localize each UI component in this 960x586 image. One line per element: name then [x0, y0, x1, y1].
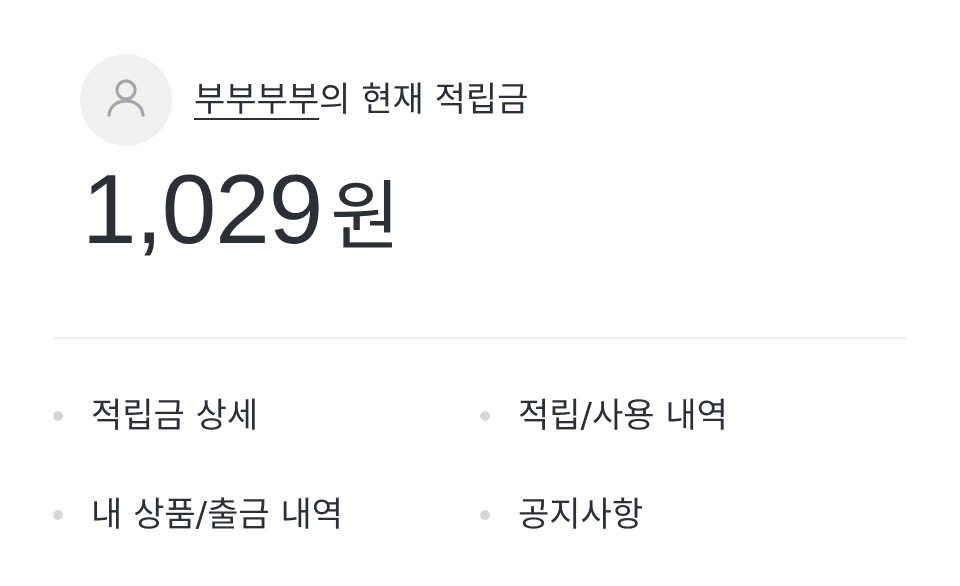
points-balance: 1,029 원 [82, 160, 400, 258]
menu-item-points-detail[interactable]: 적립금 상세 [53, 391, 258, 441]
bullet-icon [53, 411, 63, 421]
divider [53, 337, 907, 339]
bullet-icon [53, 510, 63, 520]
menu-item-label: 적립/사용 내역 [518, 396, 728, 436]
points-unit: 원 [330, 172, 401, 261]
menu-item-notices[interactable]: 공지사항 [480, 490, 643, 540]
headline-suffix: 의 현재 적립금 [319, 80, 529, 120]
menu-item-label: 적립금 상세 [91, 396, 259, 436]
points-card: 부부부부의 현재 적립금 1,029 원 적립금 상세 적립/사용 내역 내 상… [0, 0, 960, 586]
points-headline: 부부부부의 현재 적립금 [194, 83, 528, 117]
user-icon [101, 73, 151, 127]
menu-item-label: 공지사항 [518, 495, 644, 535]
bullet-icon [480, 411, 490, 421]
avatar [80, 54, 172, 146]
profile-header: 부부부부의 현재 적립금 [80, 54, 528, 146]
points-amount: 1,029 [82, 154, 323, 264]
bullet-icon [480, 510, 490, 520]
menu-item-earn-use-history[interactable]: 적립/사용 내역 [480, 391, 728, 441]
menu-item-label: 내 상품/출금 내역 [91, 495, 344, 535]
username-link[interactable]: 부부부부 [194, 80, 319, 120]
menu-item-products-withdrawal-history[interactable]: 내 상품/출금 내역 [53, 490, 343, 540]
